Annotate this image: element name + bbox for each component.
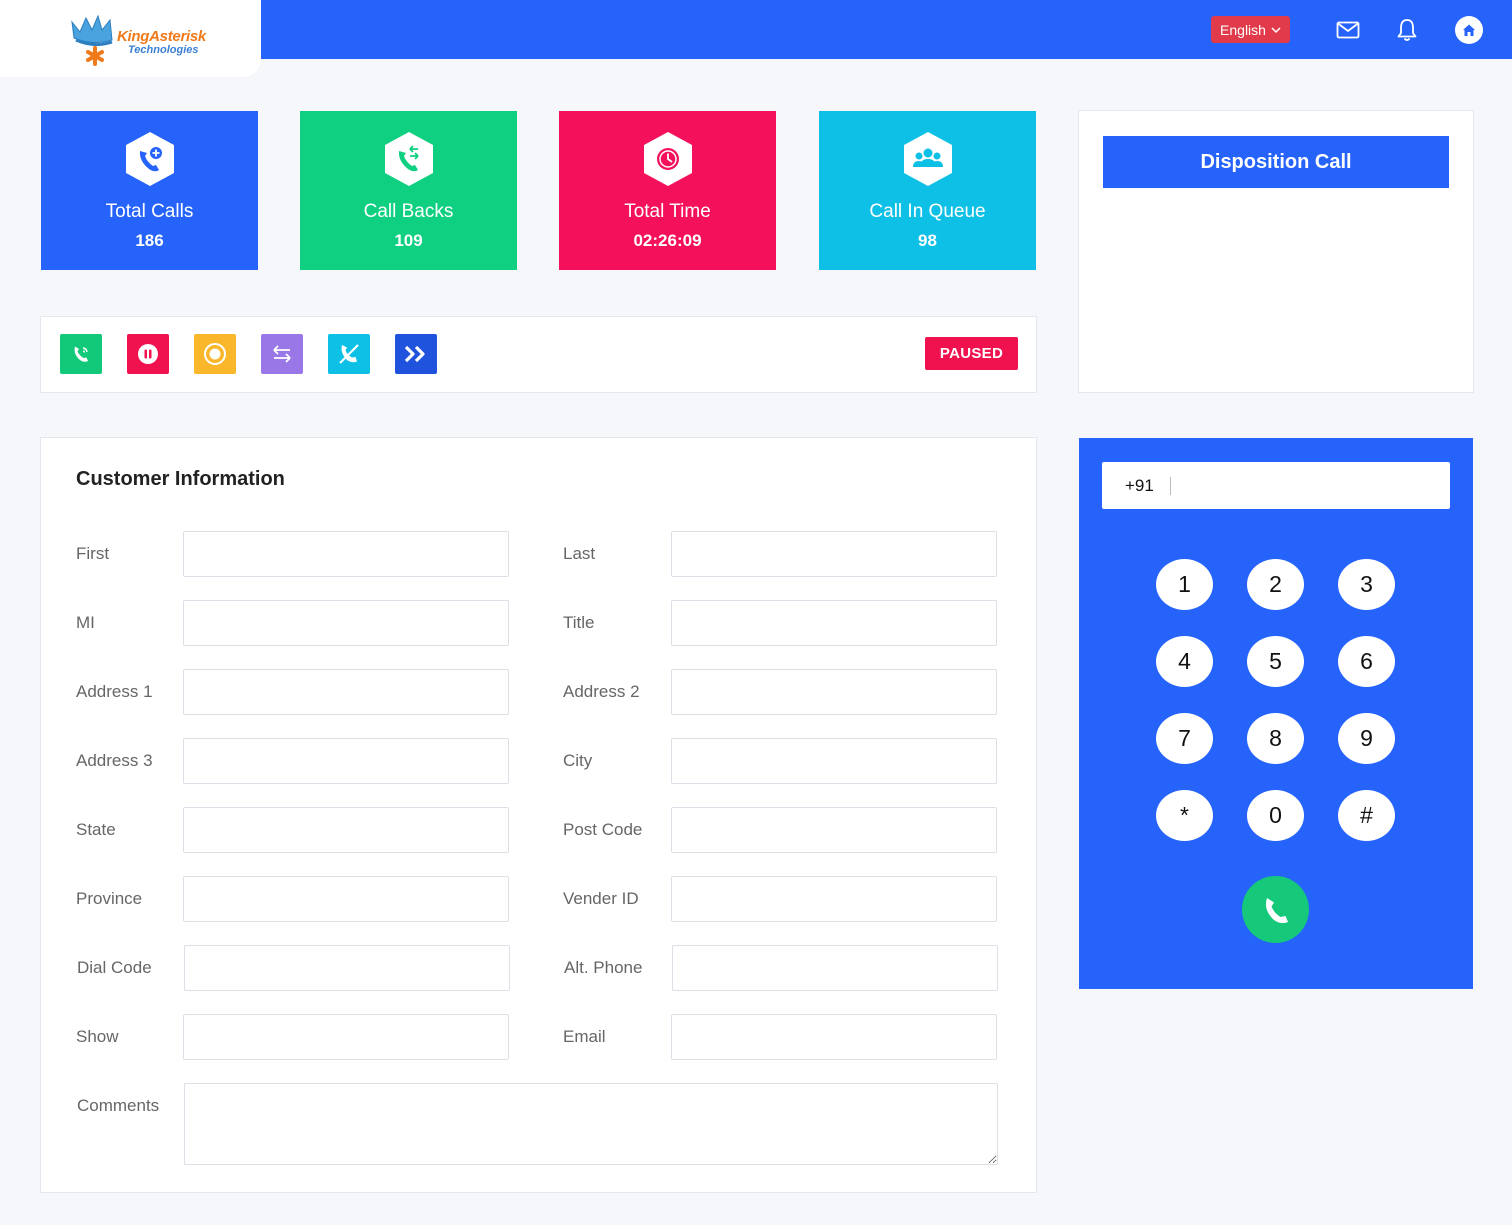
- dial-key-star[interactable]: *: [1156, 790, 1213, 841]
- email-field[interactable]: [671, 1014, 997, 1060]
- double-chevron-icon: [404, 345, 425, 363]
- customer-info-panel: Customer Information First Last MI Title…: [40, 437, 1037, 1193]
- vender-id-field[interactable]: [671, 876, 997, 922]
- comments-field[interactable]: [184, 1083, 998, 1165]
- stat-label: Call Backs: [363, 201, 454, 222]
- dial-key-8[interactable]: 8: [1247, 713, 1304, 764]
- mi-label: MI: [76, 613, 95, 632]
- logo-sub: Technologies: [128, 44, 199, 56]
- call-button[interactable]: [60, 334, 102, 374]
- phone-plus-icon: [126, 132, 174, 186]
- alt-phone-label: Alt. Phone: [564, 958, 643, 977]
- phone-icon: [74, 346, 88, 362]
- dial-number-input[interactable]: +91: [1102, 462, 1450, 509]
- province-label: Province: [76, 889, 143, 908]
- chevron-down-icon: [1271, 26, 1281, 33]
- callback-icon: [385, 132, 433, 186]
- title-label: Title: [563, 613, 595, 632]
- state-field[interactable]: [183, 807, 509, 853]
- stat-value: 109: [394, 231, 423, 250]
- first-label: First: [76, 544, 110, 563]
- dial-key-hash[interactable]: #: [1338, 790, 1395, 841]
- transfer-icon: [273, 345, 291, 363]
- dialer-panel: +91 1 2 3 4 5 6 7 8 9 * 0 #: [1079, 438, 1473, 989]
- stat-value: 02:26:09: [633, 231, 702, 250]
- disposition-call-button[interactable]: Disposition Call: [1103, 136, 1449, 188]
- title-field[interactable]: [671, 600, 997, 646]
- logo[interactable]: KingAsterisk Technologies: [0, 0, 261, 77]
- mail-icon[interactable]: [1333, 15, 1363, 45]
- customer-info-title: Customer Information: [76, 468, 285, 490]
- dial-key-1[interactable]: 1: [1156, 559, 1213, 610]
- bell-icon[interactable]: [1392, 15, 1422, 45]
- dial-key-0[interactable]: 0: [1247, 790, 1304, 841]
- dial-key-4[interactable]: 4: [1156, 636, 1213, 687]
- users-icon: [904, 132, 952, 186]
- address2-field[interactable]: [671, 669, 997, 715]
- dial-call-button[interactable]: [1242, 876, 1309, 943]
- stat-label: Total Time: [624, 201, 711, 222]
- disposition-panel: Disposition Call: [1078, 110, 1474, 393]
- email-label: Email: [563, 1027, 606, 1046]
- last-field[interactable]: [671, 531, 997, 577]
- language-label: English: [1220, 21, 1266, 38]
- show-label: Show: [76, 1027, 119, 1046]
- address3-label: Address 3: [76, 751, 153, 770]
- dial-key-6[interactable]: 6: [1338, 636, 1395, 687]
- transfer-button[interactable]: [261, 334, 303, 374]
- stat-card-call-backs: Call Backs 109: [300, 111, 517, 270]
- dial-key-7[interactable]: 7: [1156, 713, 1213, 764]
- dial-key-3[interactable]: 3: [1338, 559, 1395, 610]
- record-icon: [204, 343, 226, 365]
- dial-code-field[interactable]: [184, 945, 510, 991]
- text-caret: [1170, 477, 1171, 495]
- pause-button[interactable]: [127, 334, 169, 374]
- dial-key-2[interactable]: 2: [1247, 559, 1304, 610]
- address1-field[interactable]: [183, 669, 509, 715]
- post-code-label: Post Code: [563, 820, 643, 839]
- crown-logo-icon: [71, 14, 113, 66]
- stat-value: 98: [918, 231, 937, 250]
- hangup-button[interactable]: [328, 334, 370, 374]
- mi-field[interactable]: [183, 600, 509, 646]
- dial-key-9[interactable]: 9: [1338, 713, 1395, 764]
- stat-label: Call In Queue: [869, 201, 986, 222]
- stat-value: 186: [135, 231, 164, 250]
- last-label: Last: [563, 544, 596, 563]
- address3-field[interactable]: [183, 738, 509, 784]
- phone-icon: [1265, 897, 1288, 923]
- city-label: City: [563, 751, 593, 770]
- first-field[interactable]: [183, 531, 509, 577]
- state-label: State: [76, 820, 116, 839]
- stat-card-total-calls: Total Calls 186: [41, 111, 258, 270]
- alt-phone-field[interactable]: [672, 945, 998, 991]
- logo-name: KingAsterisk: [117, 28, 206, 45]
- status-badge: PAUSED: [925, 337, 1018, 370]
- address1-label: Address 1: [76, 682, 153, 701]
- comments-label: Comments: [77, 1096, 160, 1115]
- province-field[interactable]: [183, 876, 509, 922]
- call-control-bar: PAUSED: [40, 316, 1037, 393]
- dial-key-5[interactable]: 5: [1247, 636, 1304, 687]
- clock-icon: [644, 132, 692, 186]
- stat-card-call-in-queue: Call In Queue 98: [819, 111, 1036, 270]
- next-button[interactable]: [395, 334, 437, 374]
- home-icon: [1455, 16, 1483, 44]
- post-code-field[interactable]: [671, 807, 997, 853]
- stat-label: Total Calls: [105, 201, 194, 222]
- vender-id-label: Vender ID: [563, 889, 639, 908]
- dial-code-label: Dial Code: [77, 958, 152, 977]
- stat-card-total-time: Total Time 02:26:09: [559, 111, 776, 270]
- phone-off-icon: [339, 344, 359, 364]
- record-button[interactable]: [194, 334, 236, 374]
- show-field[interactable]: [183, 1014, 509, 1060]
- language-select[interactable]: English: [1211, 16, 1290, 43]
- dial-prefix: +91: [1125, 476, 1154, 495]
- city-field[interactable]: [671, 738, 997, 784]
- home-button[interactable]: [1454, 15, 1484, 45]
- pause-icon: [138, 344, 158, 364]
- address2-label: Address 2: [563, 682, 640, 701]
